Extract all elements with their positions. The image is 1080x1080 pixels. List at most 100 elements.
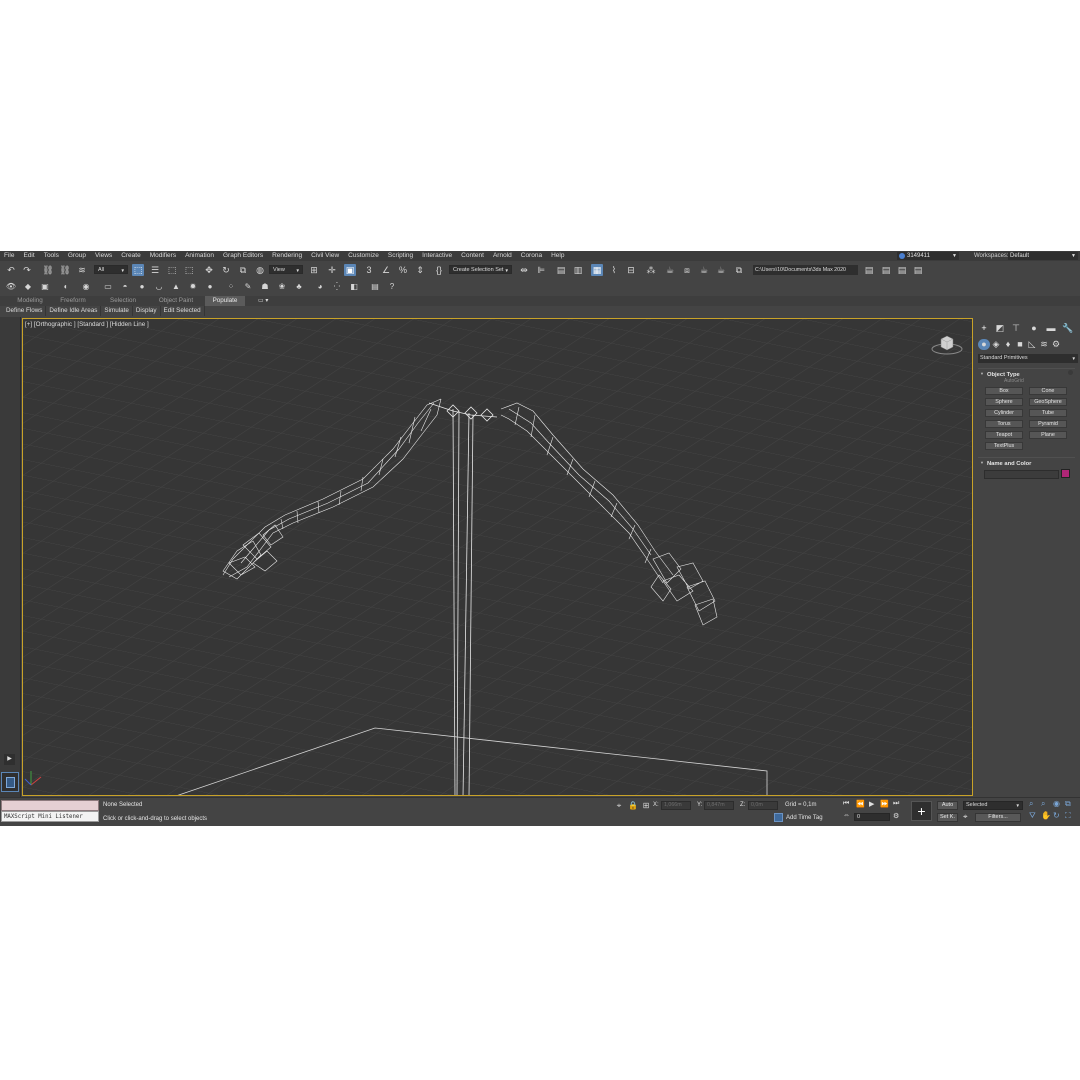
key-mode-toggle-icon[interactable]: ⇔ [843,812,850,819]
ribbon-options-icon[interactable]: ▭ ▾ [258,296,268,306]
zoom-all-icon[interactable]: ⌕ [1041,799,1045,809]
cylinder-button[interactable]: Cylinder [985,409,1023,417]
script-icon[interactable]: ▤ [369,281,381,293]
a360-gallery-icon[interactable]: ⧉ [733,264,745,276]
scene-explorer-icon[interactable]: ▤ [555,264,567,276]
autogrid-label[interactable]: AutoGrid [1004,378,1024,384]
name-and-color-header[interactable]: ▼ Name and Color [978,457,1075,467]
selection-lock-icon[interactable]: 🔒 [627,800,639,812]
panel-define-flows[interactable]: Define Flows [0,306,47,316]
rotate-icon[interactable]: ↻ [220,264,232,276]
pivot-center-icon[interactable]: ⊞ [308,264,320,276]
light-icon[interactable]: ◐ [60,281,72,293]
maximize-viewport-icon[interactable]: ⛶ [1065,811,1071,821]
menu-rendering[interactable]: Rendering [268,251,307,261]
undo-icon[interactable]: ↶ [5,264,17,276]
render-in-cloud-icon[interactable]: ☕ [715,264,727,276]
rectangular-selection-icon[interactable]: ⬚ [166,264,178,276]
hierarchy-tab-icon[interactable]: ⊤ [1010,323,1022,334]
rendered-frame-window-icon[interactable]: ⧈ [681,264,693,276]
play-icon[interactable]: ▶ [869,800,874,808]
layer-explorer-icon[interactable]: ▥ [572,264,584,276]
torus-button[interactable]: Torus [985,420,1023,428]
lights-icon[interactable]: ♦ [1002,339,1014,350]
viewport-label-menu[interactable]: [+] [Orthographic ] [Standard ] [Hidden … [25,321,149,329]
tab-populate[interactable]: Populate [205,296,245,306]
tube-button[interactable]: Tube [1029,409,1067,417]
menu-arnold[interactable]: Arnold [489,251,517,261]
move-icon[interactable]: ✥ [203,264,215,276]
selection-filter-dropdown[interactable]: All ▼ [94,265,128,274]
menu-graph-editors[interactable]: Graph Editors [219,251,268,261]
key-filters-icon[interactable]: ⌖ [963,812,968,822]
schematic-view-icon[interactable]: ⊟ [625,264,637,276]
snaps-toggle-icon[interactable]: 3 [363,264,375,276]
time-configuration-icon[interactable]: ⚙ [893,812,899,820]
sphere-button[interactable]: Sphere [985,398,1023,406]
menu-animation[interactable]: Animation [181,251,219,261]
select-manipulate-icon[interactable]: ✛ [326,264,338,276]
bind-space-warp-icon[interactable]: ≋ [76,264,88,276]
go-to-end-icon[interactable]: ⏭ [893,800,899,808]
zoom-extents-all-icon[interactable]: ⧉ [1065,799,1071,809]
utilities-tab-icon[interactable]: 🔧 [1062,323,1074,334]
sphere-primitive-icon[interactable]: ● [136,281,148,293]
field-of-view-icon[interactable]: ⛛ [1029,811,1036,821]
paint-icon[interactable]: ✎ [242,281,254,293]
percent-snap-icon[interactable]: % [397,264,409,276]
cone-button[interactable]: Cone [1029,387,1067,395]
menu-interactive[interactable]: Interactive [418,251,457,261]
spinner-snap-icon[interactable]: ⇕ [414,264,426,276]
geosphere-button[interactable]: GeoSphere [1029,398,1067,406]
place-icon[interactable]: ◍ [254,264,266,276]
panel-simulate[interactable]: Simulate [101,306,133,316]
particles-icon[interactable]: ⁘ [225,281,237,293]
viewcube-icon[interactable] [930,333,964,355]
curve-editor-icon[interactable]: ⌇ [608,264,620,276]
named-selection-set-dropdown[interactable]: Create Selection Set ▼ [449,265,512,274]
project-path-field[interactable]: C:\Users\10\Documents\3ds Max 2020 [753,265,858,275]
display-tab-icon[interactable]: ▬ [1045,323,1057,334]
window-crossing-icon[interactable]: ⬚ [183,264,195,276]
tab-modeling[interactable]: Modeling [8,296,52,306]
help-icon[interactable]: ? [386,281,398,293]
add-time-tag-button[interactable]: Add Time Tag [786,815,823,821]
visibility-icon[interactable]: 👁 [5,281,17,293]
reference-coordinate-dropdown[interactable]: View ▼ [269,265,303,274]
go-to-start-icon[interactable]: ⏮ [843,800,849,808]
mirror-icon[interactable]: ⇹ [518,264,530,276]
project-folder-icon[interactable]: ▤ [863,264,875,276]
textplus-button[interactable]: TextPlus [985,442,1023,450]
hair-icon[interactable]: ❀ [276,281,288,293]
previous-frame-icon[interactable]: ⏪ [856,800,865,808]
foliage-icon[interactable]: ♣ [293,281,305,293]
motion-tab-icon[interactable]: ● [1028,323,1040,334]
object-color-swatch[interactable] [1061,469,1070,478]
space-warps-icon[interactable]: ≋ [1038,339,1050,350]
render-production-icon[interactable]: ☕ [698,264,710,276]
modify-tab-icon[interactable]: ◩ [994,323,1006,334]
menu-corona[interactable]: Corona [517,251,547,261]
x-coordinate-field[interactable]: 1,066m [661,801,691,810]
tab-freeform[interactable]: Freeform [54,296,92,306]
material-editor-icon[interactable]: ⁂ [645,264,657,276]
rollout-menu-icon[interactable] [1068,370,1073,375]
helpers-icon[interactable]: ◺ [1026,339,1038,350]
link-icon[interactable]: ⛓ [42,264,54,276]
z-coordinate-field[interactable]: 0,0m [748,801,778,810]
create-tab-icon[interactable]: + [978,323,990,334]
menu-customize[interactable]: Customize [344,251,384,261]
auto-key-button[interactable]: Auto [937,801,958,810]
zoom-icon[interactable]: ⌕ [1029,799,1033,809]
viewport-layout-button[interactable] [1,772,19,792]
edit-named-selection-icon[interactable]: {} [433,264,445,276]
geometry-icon[interactable]: ● [978,339,990,350]
isolate-selection-icon[interactable]: ⌖ [613,800,625,812]
sun-icon[interactable]: ✹ [187,281,199,293]
maxscript-listener-input[interactable]: MAXScript Mini Listener [1,811,99,822]
set-key-button[interactable]: Set K. [937,813,958,822]
menu-group[interactable]: Group [64,251,91,261]
zoom-extents-icon[interactable]: ◉ [1053,799,1060,808]
pyramid-button[interactable]: Pyramid [1029,420,1067,428]
viewport-orthographic[interactable]: [+] [Orthographic ] [Standard ] [Hidden … [22,318,973,796]
